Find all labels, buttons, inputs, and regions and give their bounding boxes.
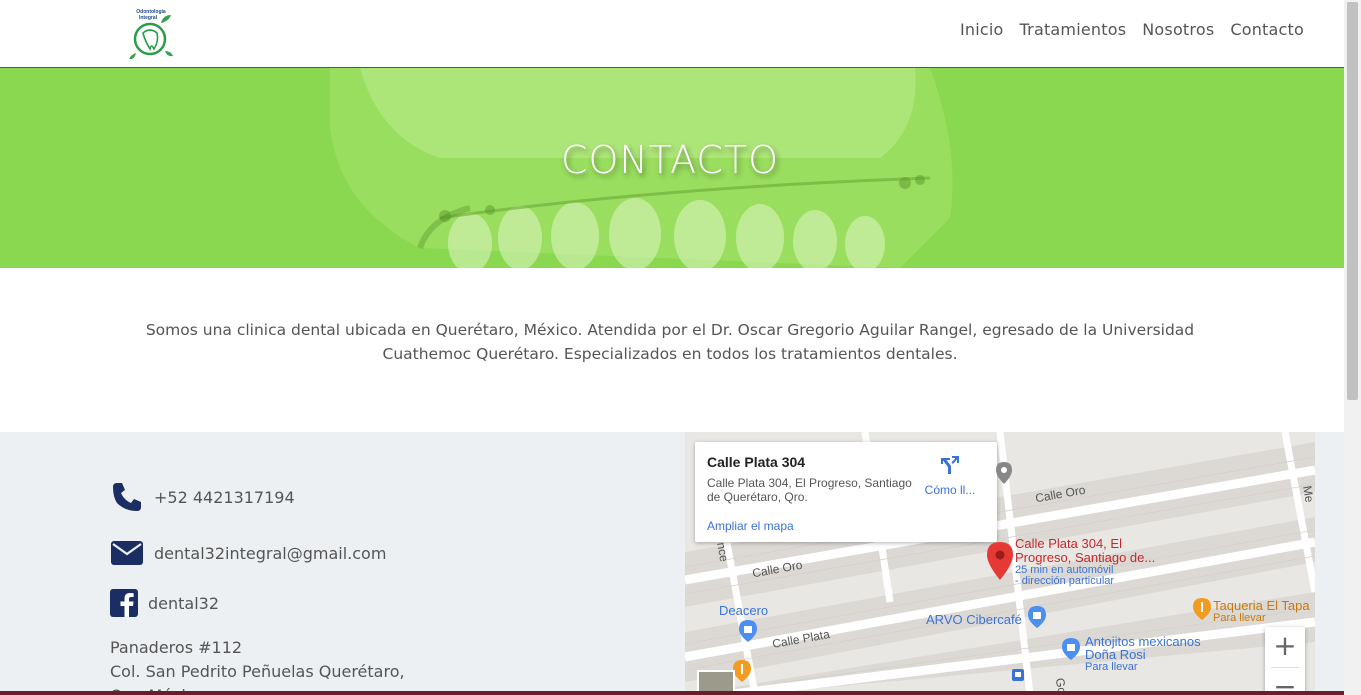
pin-label: Calle Plata 304, El Progreso, Santiago d… xyxy=(1015,537,1155,565)
map-info-card: Calle Plata 304 Calle Plata 304, El Prog… xyxy=(695,442,997,542)
page-scrollbar[interactable] xyxy=(1344,0,1361,695)
arvo-pin-icon xyxy=(1028,606,1046,628)
address-line-2: Col. San Pedrito Peñuelas Querétaro, xyxy=(110,662,405,681)
zoom-in-button[interactable]: + xyxy=(1265,627,1305,667)
place-deacero[interactable]: Deacero xyxy=(719,603,768,618)
scrollbar-thumb[interactable] xyxy=(1347,2,1358,400)
taqueria-sub: Para llevar xyxy=(1213,612,1266,624)
shopping-pin-icon xyxy=(739,620,757,642)
zoom-controls: + − xyxy=(1265,627,1305,695)
enlarge-map-link[interactable]: Ampliar el mapa xyxy=(707,519,794,533)
map-place-address: Calle Plata 304, El Progreso, Santiago d… xyxy=(707,476,912,504)
map-place-title: Calle Plata 304 xyxy=(707,454,806,470)
place-arvo[interactable]: ARVO Cibercafé xyxy=(926,612,1022,627)
hero-banner: CONTACTO xyxy=(0,68,1344,268)
embedded-map[interactable]: Calle Plata 304 Calle Plata 304, El Prog… xyxy=(685,432,1315,695)
nav-nosotros[interactable]: Nosotros xyxy=(1142,20,1214,39)
pin-sublabel: 25 min en automóvil - dirección particul… xyxy=(1015,565,1114,587)
site-header: Odontología Integral Inicio Tratamientos… xyxy=(0,0,1344,68)
pin-label-line-1: Calle Plata 304, El xyxy=(1015,536,1122,551)
directions-label: Cómo ll... xyxy=(924,483,976,497)
envelope-icon xyxy=(110,536,144,570)
phone-number[interactable]: +52 4421317194 xyxy=(154,488,295,507)
main-nav: Inicio Tratamientos Nosotros Contacto xyxy=(960,20,1304,39)
footer-edge xyxy=(0,691,1344,695)
bus-stop-icon xyxy=(1012,669,1024,681)
directions-icon xyxy=(941,456,959,474)
nav-inicio[interactable]: Inicio xyxy=(960,20,1004,39)
antojitos-sub: Para llevar xyxy=(1085,661,1138,673)
clinic-logo[interactable]: Odontología Integral xyxy=(128,7,174,59)
taqueria-name: Taqueria El Tapa xyxy=(1213,598,1310,613)
antojitos-line-2: Doña Rosi xyxy=(1085,647,1146,662)
intro-text: Somos una clinica dental ubicada en Quer… xyxy=(145,321,1195,363)
nav-tratamientos[interactable]: Tratamientos xyxy=(1020,20,1127,39)
nav-contacto[interactable]: Contacto xyxy=(1230,20,1304,39)
page-title: CONTACTO xyxy=(560,138,780,182)
pin-sub-line-2: - dirección particular xyxy=(1015,575,1115,587)
map-grey-pin-icon xyxy=(996,462,1012,484)
pin-label-line-2: Progreso, Santiago de... xyxy=(1015,550,1156,565)
email-address[interactable]: dental32integral@gmail.com xyxy=(154,544,386,563)
antojitos-pin-icon xyxy=(1062,638,1080,660)
email-row: dental32integral@gmail.com xyxy=(110,536,386,570)
facebook-handle[interactable]: dental32 xyxy=(148,594,219,613)
street-me: Me xyxy=(1299,484,1315,504)
food-pin-icon xyxy=(733,660,751,682)
place-antojitos[interactable]: Antojitos mexicanos Doña Rosi Para lleva… xyxy=(1085,635,1201,674)
place-taqueria[interactable]: Taqueria El Tapa Para llevar xyxy=(1213,599,1310,625)
phone-icon xyxy=(110,480,144,514)
address-block: Panaderos #112 Col. San Pedrito Peñuelas… xyxy=(110,636,405,695)
facebook-row: dental32 xyxy=(110,586,219,620)
facebook-icon xyxy=(110,586,138,620)
svg-text:Integral: Integral xyxy=(139,15,158,21)
phone-row: +52 4421317194 xyxy=(110,480,295,514)
restaurant-pin-icon xyxy=(1193,598,1211,620)
location-pin-icon[interactable] xyxy=(987,542,1013,580)
directions-button[interactable]: Cómo ll... xyxy=(921,454,979,497)
address-line-1: Panaderos #112 xyxy=(110,638,243,657)
